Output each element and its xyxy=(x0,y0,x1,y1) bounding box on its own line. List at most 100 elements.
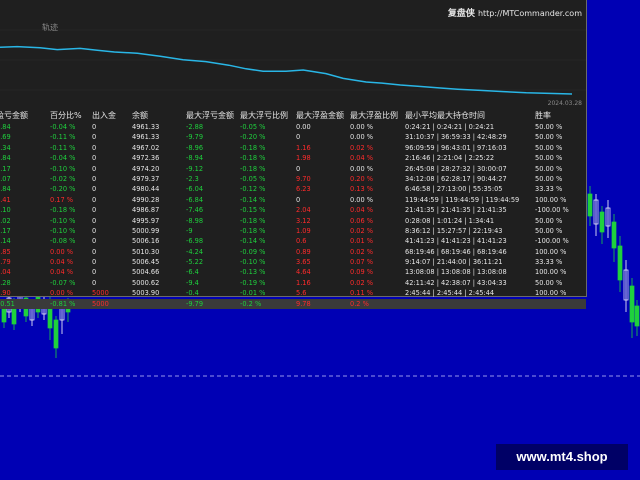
table-row-cell: 100.00 % xyxy=(535,247,567,256)
table-row-cell: 2.04 xyxy=(296,206,311,215)
table-row-cell: 50.00 % xyxy=(535,216,563,225)
table-row: 2.04 0.04 % 0 5004.66 -6.4 -0.13 % 4.64 0.09 % 1… xyxy=(0,267,586,277)
table-row-cell: 0.04 % xyxy=(50,268,74,277)
brand-url[interactable]: http://MTCommander.com xyxy=(478,9,582,18)
table-row-cell: -0.05 % xyxy=(240,123,266,131)
table-row: 5.34 -0.11 % 0 4967.02 -8.96 -0.18 % 1.16 0.02 … xyxy=(0,143,586,153)
table-row-cell: 2.04 xyxy=(0,268,11,277)
table-row-cell: -9 xyxy=(186,226,193,235)
table-row-cell: 0.04 % xyxy=(350,154,374,163)
table-row-cell: -0.13 % xyxy=(240,268,266,277)
table-row-cell: 1.84 xyxy=(0,154,11,163)
table-row-cell: 1.09 xyxy=(296,226,311,235)
table-total-row: 40.51 -0.81 % 5000 -9.79 -0.2 % 9.78 0.2 % xyxy=(0,298,586,310)
table-row-cell: 1.79 xyxy=(0,258,11,267)
table-row-cell: 0 xyxy=(92,258,97,267)
table-header-cell: 最大浮盈金额 xyxy=(296,111,344,120)
table-total-row-cell: 5000 xyxy=(92,299,109,308)
table-header-cell: 最大浮亏金额 xyxy=(186,111,234,120)
table-row-cell: 34:12:08 | 62:28:17 | 90:44:27 xyxy=(405,174,507,183)
table-row-cell: -2.88 xyxy=(186,123,204,131)
table-row-cell: -0.4 xyxy=(186,289,199,298)
table-header-cell: 百分比% xyxy=(50,111,82,120)
table-row-cell: 4.14 xyxy=(0,237,11,246)
table-row-cell: 0 xyxy=(296,195,301,204)
table-row-cell: -0.20 % xyxy=(240,133,266,142)
table-row-cell: 1.16 xyxy=(296,278,311,287)
table-row-cell: -9.12 xyxy=(186,164,204,173)
table-row-cell: 5010.30 xyxy=(132,247,160,256)
table-total-row-cell: -9.79 xyxy=(186,299,204,308)
table-row-cell: 5006.16 xyxy=(132,237,160,246)
candle-body xyxy=(617,245,623,281)
table-row-cell: 4979.37 xyxy=(132,174,160,183)
table-row-cell: -6.98 xyxy=(186,237,204,246)
brand[interactable]: 复盘侠 http://MTCommander.com xyxy=(448,6,582,19)
table-row-cell: 100.00 % xyxy=(535,195,567,204)
table-row-cell: -0.09 % xyxy=(240,247,266,256)
table-row-cell: -0.04 % xyxy=(50,123,76,131)
table-row-cell: 0 xyxy=(92,143,97,152)
table-row-cell: -0.19 % xyxy=(240,278,266,287)
table-row-cell: -6.84 xyxy=(186,195,204,204)
table-row-cell: -0.10 % xyxy=(50,164,76,173)
table-row-cell: 5003.90 xyxy=(132,289,160,298)
table-row-cell: 50.00 % xyxy=(535,226,563,235)
table-row-cell: 50.00 % xyxy=(535,278,563,287)
table-row-cell: -0.18 % xyxy=(50,206,76,215)
table-row-cell: -7.46 xyxy=(186,206,204,215)
table-row-cell: -0.08 % xyxy=(50,237,76,246)
table-header-cell: 最大浮亏比例 xyxy=(240,111,288,120)
table-row-cell: 2:16:46 | 2:21:04 | 2:25:22 xyxy=(405,154,495,163)
stats-panel: 轨迹 2024.03.28 复盘侠 http://MTCommander.com … xyxy=(0,0,587,310)
table-row-cell: 0.07 % xyxy=(350,258,374,267)
table-row-cell: 4974.20 xyxy=(132,164,160,173)
table-row-cell: 0 xyxy=(92,268,97,277)
table-row-cell: 21:41:35 | 21:41:35 | 21:41:35 xyxy=(405,206,507,215)
table-row: 3.28 -0.07 % 0 5000.62 -9.4 -0.19 % 1.16 0.02 %… xyxy=(0,278,586,288)
table-row-cell: 0.09 % xyxy=(350,268,374,277)
table-row: 9.10 -0.18 % 0 4986.87 -7.46 -0.15 % 2.04 0.04 … xyxy=(0,205,586,215)
table-row-cell: 0.02 % xyxy=(350,143,374,152)
table-row-cell: 1.98 xyxy=(296,154,311,163)
table-row-cell: 0.04 % xyxy=(50,258,74,267)
table-row-cell: -8.98 xyxy=(186,216,204,225)
table-row-cell: 0.02 % xyxy=(350,226,374,235)
table-row-cell: 0:24:21 | 0:24:21 | 0:24:21 xyxy=(405,123,495,131)
table-header-cell: 出入金 xyxy=(92,111,116,120)
table-row-cell: -8.96 xyxy=(186,143,204,152)
table-row-cell: 0 xyxy=(92,174,97,183)
table-row-cell: 0.11 % xyxy=(350,289,374,298)
table-row-cell: -6.4 xyxy=(186,268,199,277)
table-row-cell: 0 xyxy=(92,278,97,287)
table-row: 1.79 0.04 % 0 5006.45 -5.22 -0.10 % 3.65 0.07 %… xyxy=(0,257,586,267)
table-row-cell: 0 xyxy=(296,133,301,142)
table-total-row-cell: 9.78 xyxy=(296,299,311,308)
table-row-cell: 5004.66 xyxy=(132,268,160,277)
table-row-cell: 4.64 xyxy=(296,268,311,277)
table-row-cell: 0.20 % xyxy=(350,174,374,183)
table-row-cell: 0 xyxy=(296,164,301,173)
table-row-cell: -0.05 % xyxy=(240,174,266,183)
table-row-cell: -2.3 xyxy=(186,174,199,183)
table-row-cell: 0.06 % xyxy=(350,216,374,225)
curve-label: 轨迹 xyxy=(42,23,58,32)
table-row-cell: -0.18 % xyxy=(240,154,266,163)
table-total-row-cell: 0.2 % xyxy=(350,299,369,308)
table-row: 5.17 -0.10 % 0 4974.20 -9.12 -0.18 % 0 0.00 % 26… xyxy=(0,164,586,174)
table-row-cell: 0.04 % xyxy=(350,206,374,215)
table-header-cell: 最大浮盈比例 xyxy=(350,111,398,120)
table-row-cell: -0.14 % xyxy=(240,237,266,246)
table-row-cell: 119:44:59 | 119:44:59 | 119:44:59 xyxy=(405,195,520,204)
table-row-cell: 6.23 xyxy=(296,185,311,194)
table-row-cell: 4990.28 xyxy=(132,195,160,204)
table-row-cell: 5.02 xyxy=(0,216,11,225)
table-row-cell: 0.6 xyxy=(296,237,307,246)
table-row-cell: -9.79 xyxy=(186,133,204,142)
table-row: 1.84 -0.04 % 0 4961.33 -2.88 -0.05 % 0.00 0.00 … xyxy=(0,122,586,132)
table-row-cell: 1.16 xyxy=(296,143,311,152)
table-row-cell: 0.00 % xyxy=(350,164,374,173)
table-row-cell: 1.90 xyxy=(0,289,11,298)
table-row-cell: 3.65 xyxy=(296,258,311,267)
table-row-cell: 5000 xyxy=(92,289,109,298)
